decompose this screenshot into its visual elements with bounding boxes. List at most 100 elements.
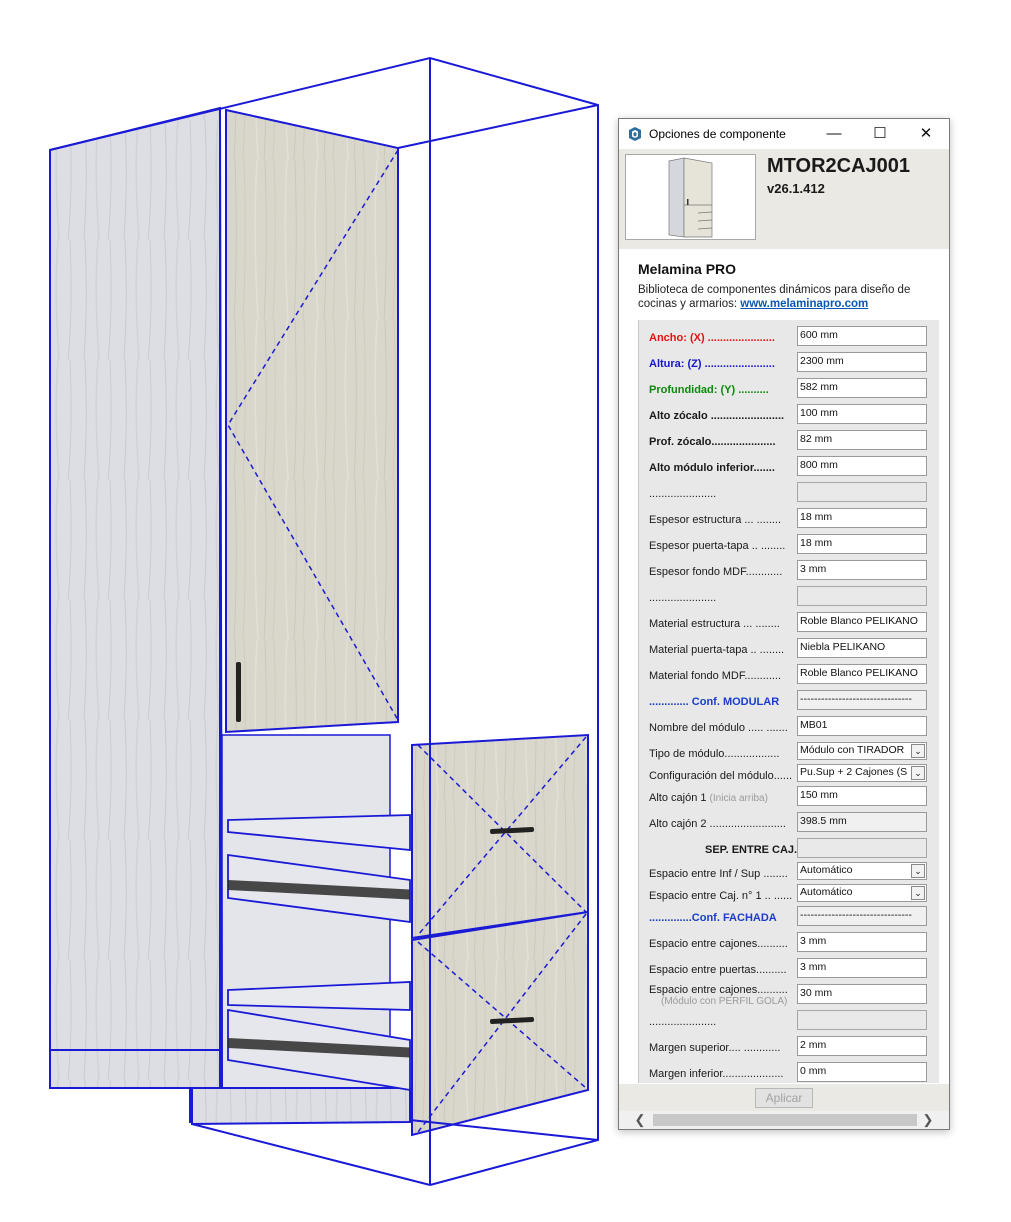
dropdown-select[interactable]: Módulo con TIRADOR ⌄ [797, 742, 927, 760]
form-row: Ancho: (X) ...................... 600 mm [639, 326, 939, 350]
options-form: Ancho: (X) ...................... 600 mm A… [638, 320, 939, 1083]
field-label-text: Espacio entre puertas.......... [649, 964, 787, 976]
value-input[interactable]: 3 mm [797, 932, 927, 952]
sketchup-app-icon [629, 127, 641, 141]
apply-button[interactable]: Aplicar [755, 1088, 813, 1108]
scrollbar-thumb[interactable] [653, 1114, 917, 1126]
chevron-down-icon[interactable]: ⌄ [911, 744, 925, 758]
value-input[interactable]: 3 mm [797, 560, 927, 580]
form-row: Configuración del módulo...... Pu.Sup + 2… [639, 764, 939, 788]
form-row: Alto zócalo ........................ 100 … [639, 404, 939, 428]
value-input[interactable]: 2300 mm [797, 352, 927, 372]
dropdown-value: Módulo con TIRADOR [800, 744, 905, 756]
field-label-text: ...................... [649, 592, 717, 604]
form-row: ...................... [639, 482, 939, 506]
value-input[interactable]: MB01 [797, 716, 927, 736]
empty-field [797, 482, 927, 502]
value-input[interactable]: 2 mm [797, 1036, 927, 1056]
field-label-text: Espacio entre Inf / Sup ........ [649, 868, 788, 880]
value-input[interactable]: 0 mm [797, 1062, 927, 1082]
form-row: Espacio entre Inf / Sup ........ Automáti… [639, 862, 939, 886]
title-bar[interactable]: Opciones de componente — ☐ ✕ [619, 119, 949, 149]
form-row: Espesor puerta-tapa .. ........ 18 mm [639, 534, 939, 558]
field-label: SEP. ENTRE CAJ. [705, 844, 797, 856]
value-input[interactable]: Roble Blanco PELIKANO [797, 664, 927, 684]
form-row: Margen inferior.................... 0 mm [639, 1062, 939, 1083]
chevron-down-icon[interactable]: ⌄ [911, 766, 925, 780]
form-row: ..............Conf. FACHADA -------------… [639, 906, 939, 930]
field-label-text: Espesor estructura ... ........ [649, 514, 782, 526]
component-code: MTOR2CAJ001 [767, 155, 911, 177]
field-label: Configuración del módulo...... [649, 770, 792, 782]
field-label-text: Altura: (Z) ....................... [649, 358, 775, 370]
value-input[interactable]: Roble Blanco PELIKANO [797, 612, 927, 632]
dropdown-value: Automático [800, 864, 853, 876]
form-row: SEP. ENTRE CAJ. [639, 838, 939, 862]
field-label-text: Nombre del módulo ..... ....... [649, 722, 788, 734]
maximize-button[interactable]: ☐ [857, 119, 903, 149]
field-label: Tipo de módulo.................. [649, 748, 779, 760]
value-input[interactable]: Niebla PELIKANO [797, 638, 927, 658]
value-input[interactable]: 150 mm [797, 786, 927, 806]
field-label: Margen inferior.................... [649, 1068, 784, 1080]
form-row: ............. Conf. MODULAR -------------… [639, 690, 939, 714]
value-input: -------------------------------- [797, 690, 927, 710]
dropdown-select[interactable]: Pu.Sup + 2 Cajones (S ⌄ [797, 764, 927, 782]
field-label-text: Ancho: (X) ...................... [649, 332, 775, 344]
horizontal-scrollbar[interactable]: ❮ ❯ [619, 1111, 949, 1129]
chevron-down-icon[interactable]: ⌄ [911, 886, 925, 900]
field-label: Espacio entre cajones.......... (Módulo c… [649, 984, 788, 1007]
field-label-text: Configuración del módulo...... [649, 770, 793, 782]
value-input: -------------------------------- [797, 906, 927, 926]
field-label: Material puerta-tapa .. ........ [649, 644, 784, 656]
minimize-button[interactable]: — [811, 119, 857, 149]
dropdown-value: Automático [800, 886, 853, 898]
form-row: Profundidad: (Y) .......... 582 mm [639, 378, 939, 402]
value-input[interactable]: 800 mm [797, 456, 927, 476]
value-input[interactable]: 100 mm [797, 404, 927, 424]
field-label-text: Espacio entre Caj. n° 1 .. ...... [649, 890, 793, 902]
form-row: Alto cajón 2 ......................... 39… [639, 812, 939, 836]
field-label: Nombre del módulo ..... ....... [649, 722, 788, 734]
dropdown-select[interactable]: Automático ⌄ [797, 862, 927, 880]
field-hint: (Módulo con PERFIL GOLA) [661, 996, 788, 1007]
field-label-text: ..............Conf. FACHADA [649, 912, 777, 924]
form-row: Espacio entre cajones.......... (Módulo c… [639, 984, 939, 1008]
field-label-text: Prof. zócalo..................... [649, 436, 776, 448]
value-input[interactable]: 582 mm [797, 378, 927, 398]
empty-field [797, 838, 927, 858]
value-input[interactable]: 82 mm [797, 430, 927, 450]
form-row: Alto módulo inferior....... 800 mm [639, 456, 939, 480]
brand-website-link[interactable]: www.melaminapro.com [740, 298, 868, 310]
brand-description: Biblioteca de componentes dinámicos para… [638, 283, 928, 311]
field-label-text: Margen superior.... ............ [649, 1042, 781, 1054]
field-hint: (Inicia arriba) [709, 793, 768, 804]
value-input[interactable]: 18 mm [797, 508, 927, 528]
field-label: Alto zócalo ........................ [649, 410, 784, 422]
field-label-text: Profundidad: (Y) .......... [649, 384, 769, 396]
value-input[interactable]: 30 mm [797, 984, 927, 1004]
value-input[interactable]: 18 mm [797, 534, 927, 554]
value-input[interactable]: 3 mm [797, 958, 927, 978]
form-row: Material estructura ... ........ Roble Bl… [639, 612, 939, 636]
component-version: v26.1.412 [767, 181, 825, 196]
dropdown-select[interactable]: Automático ⌄ [797, 884, 927, 902]
dialog-footer: Aplicar [619, 1084, 949, 1111]
form-row: ...................... [639, 1010, 939, 1034]
form-row: Espacio entre cajones.......... 3 mm [639, 932, 939, 956]
field-label: Espacio entre Caj. n° 1 .. ...... [649, 890, 792, 902]
brand-name: Melamina PRO [638, 261, 737, 277]
field-label: Altura: (Z) ....................... [649, 358, 775, 370]
field-label: Espacio entre cajones.......... [649, 938, 788, 950]
scroll-left-icon[interactable]: ❮ [631, 1111, 649, 1129]
field-label: Espesor estructura ... ........ [649, 514, 781, 526]
field-label: Margen superior.... ............ [649, 1042, 780, 1054]
chevron-down-icon[interactable]: ⌄ [911, 864, 925, 878]
3d-model-viewport[interactable] [0, 0, 610, 1222]
form-row: ...................... [639, 586, 939, 610]
form-row: Alto cajón 1 (Inicia arriba) 150 mm [639, 786, 939, 810]
close-button[interactable]: ✕ [903, 119, 949, 149]
scroll-right-icon[interactable]: ❯ [919, 1111, 937, 1129]
value-input[interactable]: 600 mm [797, 326, 927, 346]
field-label: ...................... [649, 1016, 716, 1028]
